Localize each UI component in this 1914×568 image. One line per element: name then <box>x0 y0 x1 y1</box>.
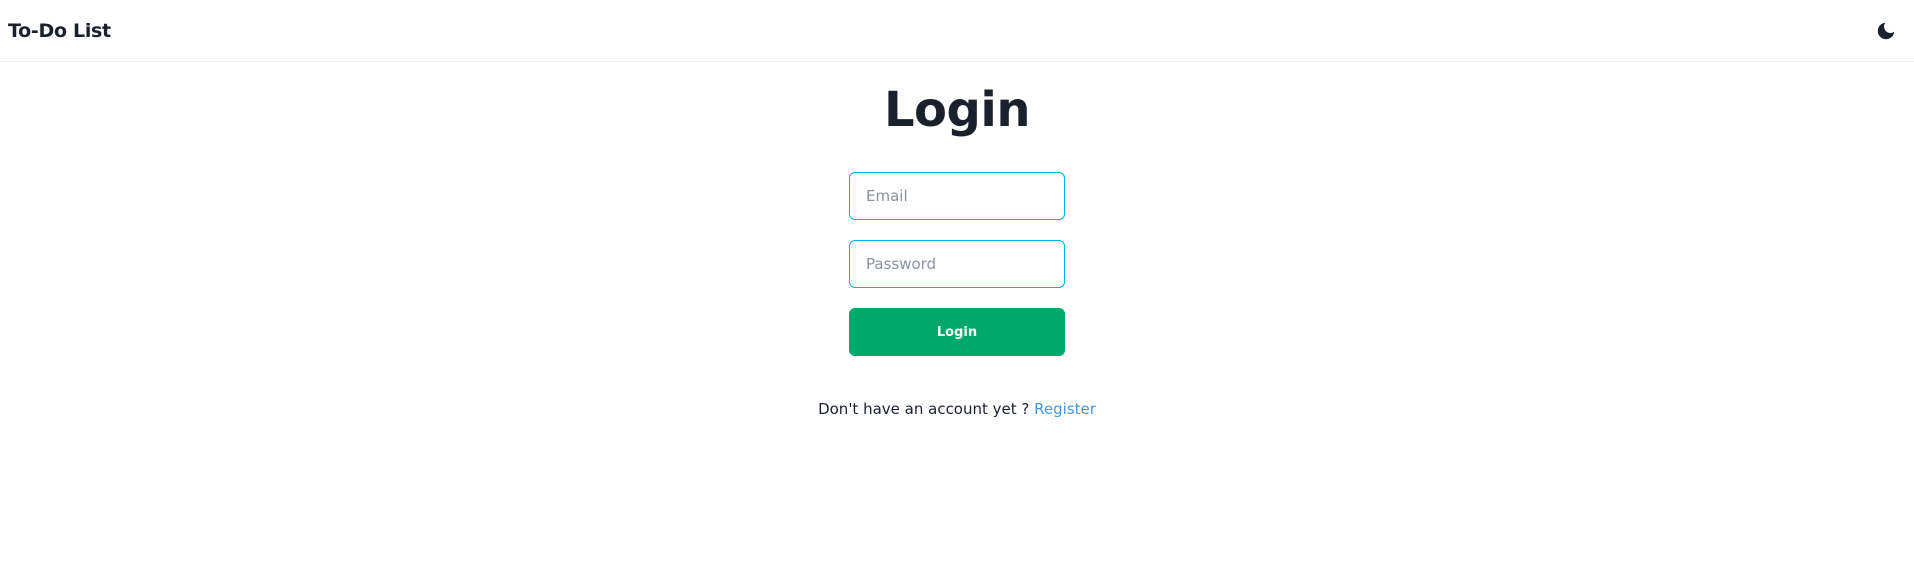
login-button[interactable]: Login <box>849 308 1065 356</box>
register-prompt-row: Don't have an account yet ? Register <box>818 400 1096 418</box>
register-link[interactable]: Register <box>1034 400 1096 418</box>
login-form: Login <box>849 172 1065 356</box>
page-title: Login <box>883 82 1031 138</box>
navbar: To-Do List <box>0 0 1914 62</box>
login-page: Login Login Don't have an account yet ? … <box>0 62 1914 418</box>
register-prompt-text: Don't have an account yet ? <box>818 400 1030 418</box>
moon-icon <box>1877 22 1895 39</box>
password-input[interactable] <box>849 240 1065 288</box>
theme-toggle-button[interactable] <box>1866 11 1906 51</box>
email-input[interactable] <box>849 172 1065 220</box>
app-title: To-Do List <box>8 19 111 42</box>
